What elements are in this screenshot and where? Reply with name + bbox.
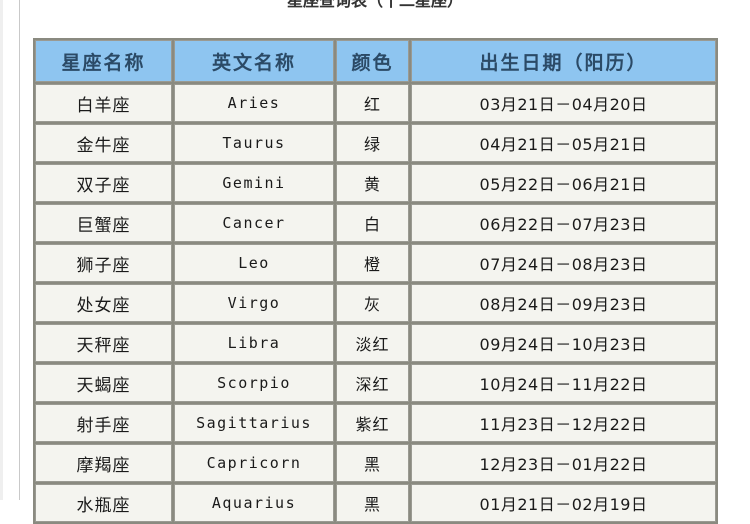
cell-name: 巨蟹座 — [35, 204, 172, 242]
zodiac-table-container: 星座名称 英文名称 颜色 出生日期（阳历） 白羊座 Aries 红 03月21日－04… — [33, 38, 718, 524]
cell-name: 射手座 — [35, 404, 172, 442]
cell-en: Taurus — [174, 124, 334, 162]
table-row: 天秤座 Libra 淡红 09月24日－10月23日 — [35, 324, 716, 362]
cell-name: 白羊座 — [35, 84, 172, 122]
cell-color: 紫红 — [336, 404, 409, 442]
cell-color: 黄 — [336, 164, 409, 202]
cell-en: Leo — [174, 244, 334, 282]
cell-en: Gemini — [174, 164, 334, 202]
table-header: 星座名称 英文名称 颜色 出生日期（阳历） — [35, 40, 716, 82]
cell-date: 08月24日－09月23日 — [411, 284, 716, 322]
cell-color: 黑 — [336, 484, 409, 522]
page-edge-rule — [19, 0, 20, 500]
cell-date: 10月24日－11月22日 — [411, 364, 716, 402]
cell-color: 灰 — [336, 284, 409, 322]
table-row: 狮子座 Leo 橙 07月24日－08月23日 — [35, 244, 716, 282]
table-row: 金牛座 Taurus 绿 04月21日－05月21日 — [35, 124, 716, 162]
table-row: 白羊座 Aries 红 03月21日－04月20日 — [35, 84, 716, 122]
cell-date: 04月21日－05月21日 — [411, 124, 716, 162]
zodiac-table: 星座名称 英文名称 颜色 出生日期（阳历） 白羊座 Aries 红 03月21日－04… — [33, 38, 718, 524]
cell-name: 水瓶座 — [35, 484, 172, 522]
cell-name: 狮子座 — [35, 244, 172, 282]
table-row: 射手座 Sagittarius 紫红 11月23日－12月22日 — [35, 404, 716, 442]
cell-date: 05月22日－06月21日 — [411, 164, 716, 202]
cell-name: 双子座 — [35, 164, 172, 202]
table-row: 双子座 Gemini 黄 05月22日－06月21日 — [35, 164, 716, 202]
header-row: 星座名称 英文名称 颜色 出生日期（阳历） — [35, 40, 716, 82]
page-edge-shade — [0, 0, 3, 500]
table-row: 巨蟹座 Cancer 白 06月22日－07月23日 — [35, 204, 716, 242]
cell-en: Sagittarius — [174, 404, 334, 442]
cell-name: 处女座 — [35, 284, 172, 322]
cell-color: 绿 — [336, 124, 409, 162]
cell-en: Cancer — [174, 204, 334, 242]
cell-date: 03月21日－04月20日 — [411, 84, 716, 122]
cell-date: 12月23日－01月22日 — [411, 444, 716, 482]
cell-name: 天秤座 — [35, 324, 172, 362]
table-row: 摩羯座 Capricorn 黑 12月23日－01月22日 — [35, 444, 716, 482]
page-title: 星座查询表（十二星座） — [286, 0, 463, 10]
table-row: 天蝎座 Scorpio 深红 10月24日－11月22日 — [35, 364, 716, 402]
cell-color: 黑 — [336, 444, 409, 482]
cell-name: 金牛座 — [35, 124, 172, 162]
cell-en: Libra — [174, 324, 334, 362]
cell-name: 天蝎座 — [35, 364, 172, 402]
page-title-strip: 星座查询表（十二星座） — [0, 0, 750, 12]
cell-date: 07月24日－08月23日 — [411, 244, 716, 282]
cell-en: Capricorn — [174, 444, 334, 482]
column-header-color: 颜色 — [336, 40, 409, 82]
cell-color: 橙 — [336, 244, 409, 282]
cell-date: 09月24日－10月23日 — [411, 324, 716, 362]
cell-en: Virgo — [174, 284, 334, 322]
cell-en: Aries — [174, 84, 334, 122]
cell-color: 白 — [336, 204, 409, 242]
cell-color: 深红 — [336, 364, 409, 402]
column-header-birth-date: 出生日期（阳历） — [411, 40, 716, 82]
cell-date: 11月23日－12月22日 — [411, 404, 716, 442]
table-body: 白羊座 Aries 红 03月21日－04月20日 金牛座 Taurus 绿 04月21日－0… — [35, 84, 716, 522]
cell-date: 01月21日－02月19日 — [411, 484, 716, 522]
cell-name: 摩羯座 — [35, 444, 172, 482]
column-header-english-name: 英文名称 — [174, 40, 334, 82]
cell-color: 淡红 — [336, 324, 409, 362]
table-row: 水瓶座 Aquarius 黑 01月21日－02月19日 — [35, 484, 716, 522]
cell-en: Scorpio — [174, 364, 334, 402]
table-row: 处女座 Virgo 灰 08月24日－09月23日 — [35, 284, 716, 322]
cell-en: Aquarius — [174, 484, 334, 522]
column-header-zodiac-name: 星座名称 — [35, 40, 172, 82]
cell-color: 红 — [336, 84, 409, 122]
cell-date: 06月22日－07月23日 — [411, 204, 716, 242]
